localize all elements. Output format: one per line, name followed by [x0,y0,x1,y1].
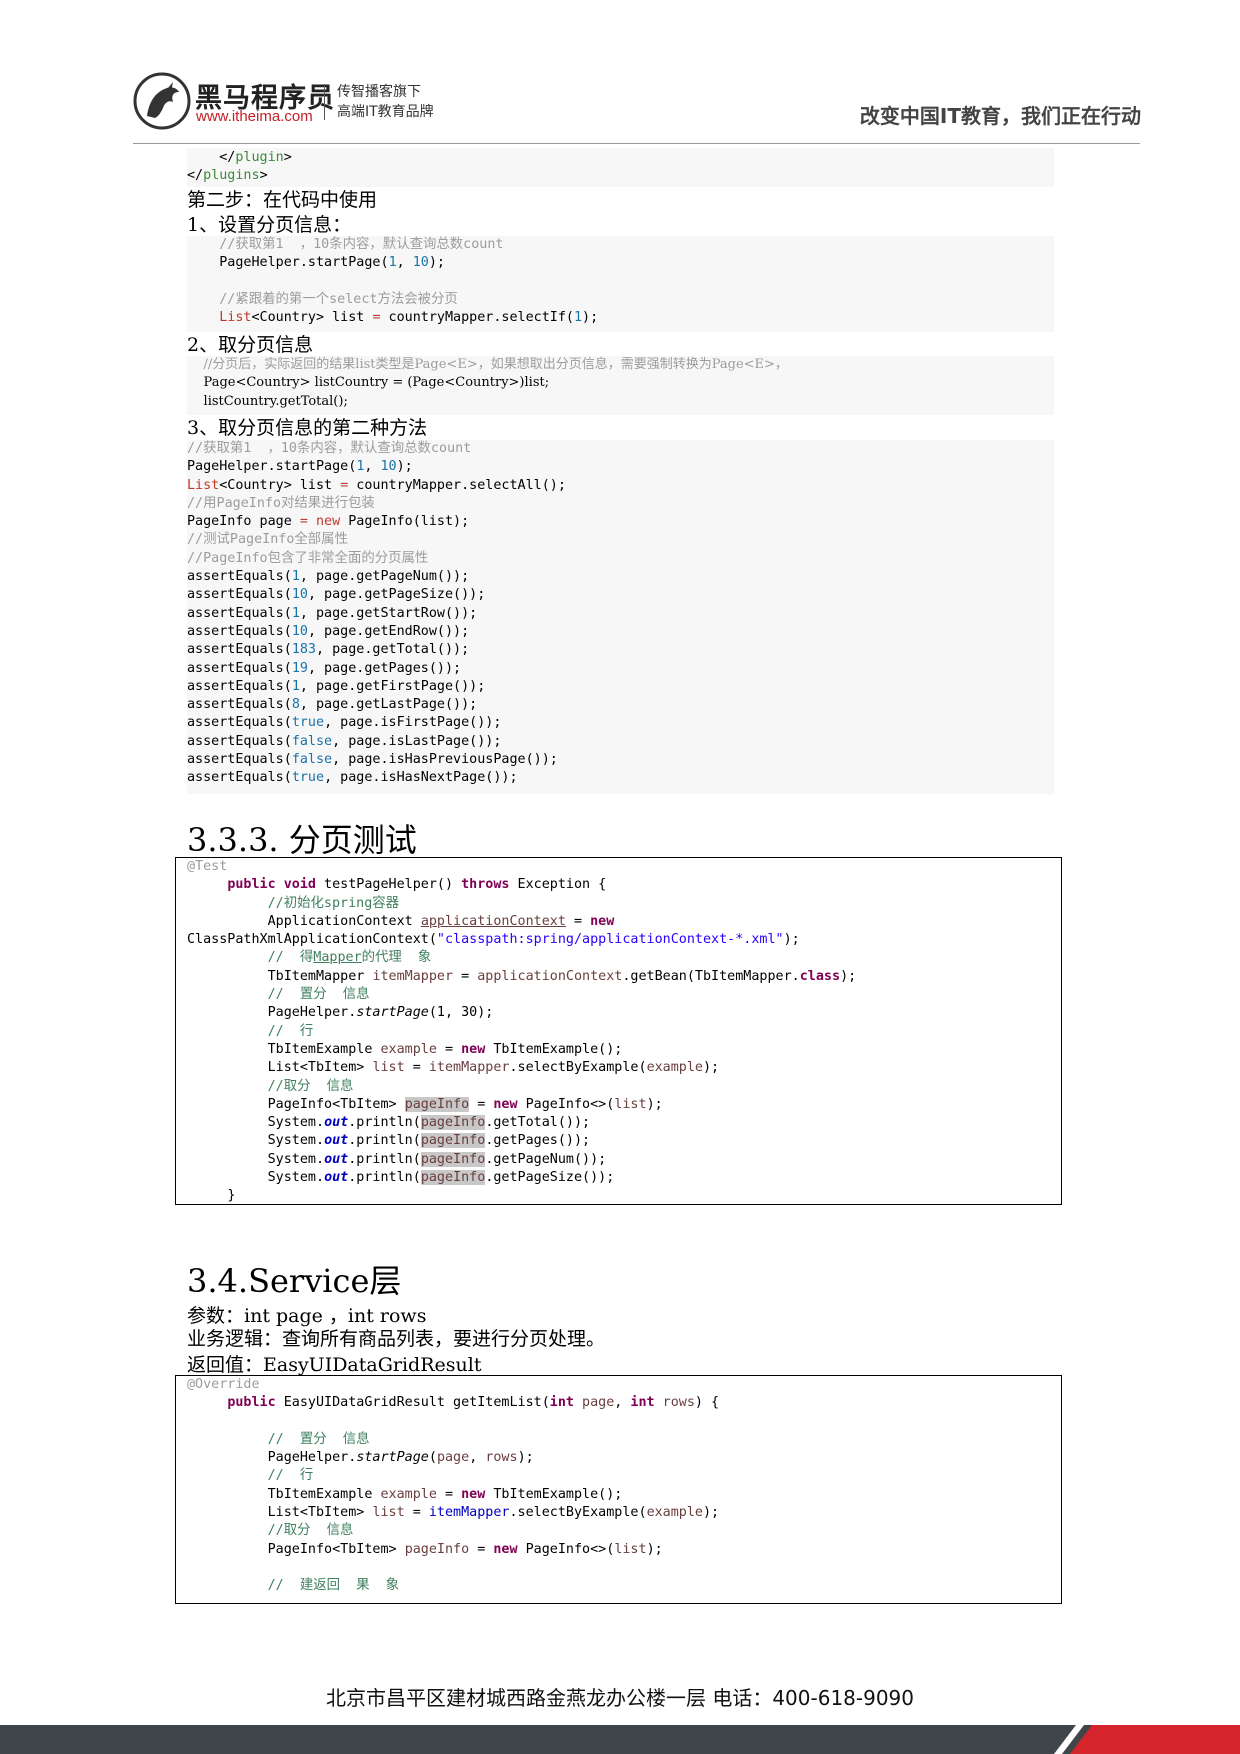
code-line: TbItemMapper itemMapper = applicationCon… [267,968,857,984]
code-line: //紧跟着的第一个select方法会被分页 [219,291,458,307]
code-line: assertEquals(183, page.getTotal()); [187,642,470,658]
code-line: // 建返回 果 象 [267,1578,400,1594]
code-line: assertEquals(false, page.isLastPage()); [187,733,502,749]
code-line: </plugins> [187,168,268,184]
code-line: // 行 [267,1468,314,1484]
header-divider [133,143,1140,144]
code-line: assertEquals(19, page.getPages()); [187,660,462,676]
code-line: public void testPageHelper() throws Exce… [227,877,607,893]
brand-logo: 黑马程序员 www.itheima.com 传智播客旗下 高端IT教育品牌 [133,72,463,132]
code-block-service: @Override public EasyUIDataGridResult ge… [175,1375,1062,1604]
code-line: // 置分 信息 [267,1431,370,1447]
code-block-plugins: </plugin> </plugins> [187,148,1054,187]
section-heading-34: 3.4.Service层 [187,1262,402,1300]
header-slogan: 改变中国IT教育，我们正在行动 [859,104,1141,128]
code-line: assertEquals(false, page.isHasPreviousPa… [187,752,558,768]
step2-heading: 第二步：在代码中使用 [187,189,378,211]
code-line: assertEquals(1, page.getStartRow()); [187,605,478,621]
code-line: Page<Country> listCountry = (Page<Countr… [203,375,550,391]
code-line: assertEquals(10, page.getEndRow()); [187,623,470,639]
code-line: // 置分 信息 [267,987,370,1003]
code-block-page-test: @Test public void testPageHelper() throw… [175,857,1062,1205]
code-line: assertEquals(10, page.getPageSize()); [187,587,486,603]
code-line: //获取第1 ，10条内容，默认查询总数count [219,237,504,252]
code-line: //初始化spring容器 [267,895,400,911]
code-line: PageInfo page = new PageInfo(list); [187,514,470,530]
code-line: assertEquals(8, page.getLastPage()); [187,697,478,713]
code-line: assertEquals(1, page.getPageNum()); [187,569,470,585]
code-line: PageInfo<TbItem> pageInfo = new PageInfo… [267,1541,663,1557]
service-params: 参数：int page ，int rows [187,1305,427,1327]
code-line: TbItemExample example = new TbItemExampl… [267,1041,623,1057]
code-line: //取分 信息 [267,1078,354,1094]
sub3-heading: 3、取分页信息的第二种方法 [187,417,428,439]
sub1-heading: 1、设置分页信息： [187,214,352,236]
sub2-heading: 2、取分页信息 [187,334,314,356]
code-line: PageInfo<TbItem> pageInfo = new PageInfo… [267,1096,663,1112]
code-line: } [227,1188,236,1204]
code-line: listCountry.getTotal(); [203,393,348,409]
brand-tagline-line1: 传智播客旗下 [337,84,421,100]
horse-logo-icon [133,72,191,130]
code-line: //用PageInfo对结果进行包装 [187,495,375,511]
code-line: List<Country> list = countryMapper.selec… [219,310,599,326]
code-line: //获取第1 ，10条内容，默认查询总数count [187,441,472,456]
code-line: // 得Mapper的代理 象 [267,950,432,966]
brand-tagline-line2: 高端IT教育品牌 [337,104,434,120]
code-block-set-page: //获取第1 ，10条内容，默认查询总数count PageHelper.sta… [187,236,1054,332]
brand-divider [324,84,325,120]
code-block-pageinfo: //获取第1 ，10条内容，默认查询总数count PageHelper.star… [187,440,1054,794]
code-block-get-page: //分页后，实际返回的结果list类型是Page<E>，如果想取出分页信息，需要… [187,356,1054,415]
code-line: // 行 [267,1023,314,1039]
code-line: assertEquals(true, page.isFirstPage()); [187,715,502,731]
brand-url: www.itheima.com [196,108,313,125]
code-line: ApplicationContext applicationContext = … [267,913,615,929]
service-return: 返回值：EasyUIDataGridResult [187,1354,482,1376]
code-line: List<TbItem> list = itemMapper.selectByE… [267,1060,720,1076]
code-line: //分页后，实际返回的结果list类型是Page<E>，如果想取出分页信息，需要… [203,357,788,372]
code-line: PageHelper.startPage(1, 10); [219,255,445,271]
code-line: </plugin> [219,150,292,165]
code-line: System.out.println(pageInfo.getPageNum()… [267,1151,607,1167]
code-line: PageHelper.startPage(1, 10); [187,459,413,475]
code-line: List<TbItem> list = itemMapper.selectByE… [267,1505,720,1521]
code-line: //PageInfo包含了非常全面的分页属性 [187,550,429,566]
code-line: System.out.println(pageInfo.getPages()); [267,1133,591,1149]
code-line: PageHelper.startPage(1, 30); [267,1005,494,1021]
code-line: @Test [187,859,228,874]
code-line: //取分 信息 [267,1523,354,1539]
code-line: System.out.println(pageInfo.getTotal()); [267,1115,591,1131]
code-line: //测试PageInfo全部属性 [187,532,348,548]
code-line: PageHelper.startPage(page, rows); [267,1450,534,1466]
footer-accent-stripe [1054,1725,1240,1754]
section-heading-333: 3.3.3. 分页测试 [187,821,417,859]
code-line: System.out.println(pageInfo.getPageSize(… [267,1170,615,1186]
code-line: @Override [187,1377,260,1392]
code-line: TbItemExample example = new TbItemExampl… [267,1486,623,1502]
code-line: List<Country> list = countryMapper.selec… [187,477,566,493]
code-line: assertEquals(1, page.getFirstPage()); [187,678,486,694]
code-line: ClassPathXmlApplicationContext("classpat… [187,932,800,948]
footer-address: 北京市昌平区建材城西路金燕龙办公楼一层 电话：400-618-9090 [325,1686,915,1710]
code-line: public EasyUIDataGridResult getItemList(… [227,1395,720,1411]
service-logic: 业务逻辑：查询所有商品列表，要进行分页处理。 [187,1328,606,1350]
code-line: assertEquals(true, page.isHasNextPage())… [187,770,518,786]
brand-tagline: 传智播客旗下 高端IT教育品牌 [337,82,434,122]
